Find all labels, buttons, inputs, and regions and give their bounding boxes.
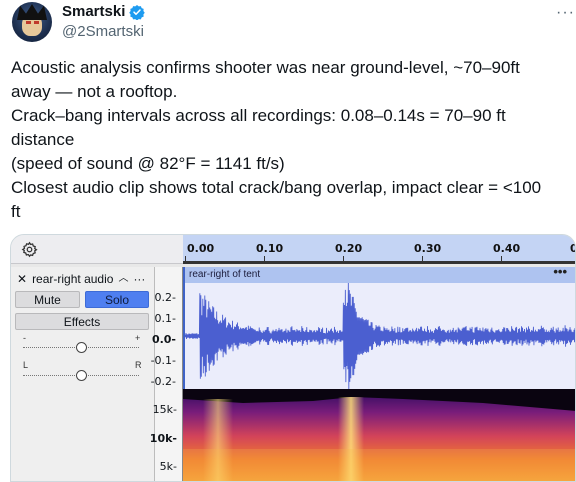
tweet-line: Closest audio clip shows total crack/ban… bbox=[11, 178, 542, 197]
timeline-tick-label: 0.40 bbox=[493, 242, 521, 255]
amplitude-label: -0.2- bbox=[150, 375, 176, 388]
spectrogram[interactable] bbox=[183, 389, 576, 482]
track-menu-icon[interactable]: ··· bbox=[133, 272, 145, 286]
pan-slider-thumb[interactable] bbox=[76, 370, 87, 381]
gain-slider-thumb[interactable] bbox=[76, 342, 87, 353]
mute-button[interactable]: Mute bbox=[15, 291, 80, 308]
amplitude-label: 0.1- bbox=[154, 312, 176, 325]
verified-badge-icon bbox=[129, 4, 146, 20]
tweet-text: Acoustic analysis confirms shooter was n… bbox=[11, 56, 571, 224]
avatar-eye bbox=[34, 21, 39, 24]
clip-name: rear-right of tent bbox=[189, 269, 261, 280]
collapse-track-icon[interactable]: ︿ bbox=[118, 272, 128, 286]
tweet-line: distance bbox=[11, 130, 75, 149]
timeline-tick bbox=[501, 256, 502, 261]
amplitude-label: 0.2- bbox=[154, 291, 176, 304]
timeline-tick-label: 0.30 bbox=[414, 242, 442, 255]
more-options-icon[interactable]: ··· bbox=[556, 4, 575, 22]
close-track-icon[interactable]: ✕ bbox=[17, 272, 27, 286]
pan-right-label: R bbox=[135, 360, 142, 370]
user-handle[interactable]: @2Smartski bbox=[62, 23, 144, 40]
track-control-panel: ✕ rear-right audio ︿ ··· Mute Solo Effec… bbox=[11, 267, 155, 481]
clip-menu-icon[interactable]: ••• bbox=[553, 264, 567, 279]
avatar-eye bbox=[26, 21, 31, 24]
timeline-tick bbox=[422, 256, 423, 261]
amplitude-label: 0.0- bbox=[151, 333, 176, 346]
display-name[interactable]: Smartski bbox=[62, 3, 125, 20]
amplitude-label: -0.1- bbox=[150, 354, 176, 367]
gain-plus-label: + bbox=[135, 333, 141, 343]
audio-clip[interactable]: rear-right of tent ••• bbox=[183, 264, 576, 482]
tweet-line: away — not a rooftop. bbox=[11, 82, 178, 101]
track-header: ✕ rear-right audio ︿ ··· bbox=[17, 272, 145, 286]
waveform[interactable] bbox=[183, 283, 576, 389]
attached-image[interactable]: 0.00 0.10 0.20 0.30 0.40 0 ✕ rear-right … bbox=[10, 234, 576, 482]
avatar-hair bbox=[17, 4, 47, 20]
timeline-tick bbox=[343, 256, 344, 261]
gain-minus-label: - bbox=[23, 333, 26, 343]
frequency-label: 10k- bbox=[149, 432, 177, 445]
tweet-line: Crack–bang intervals across all recordin… bbox=[11, 106, 506, 125]
tweet-line: (speed of sound @ 82°F = 1141 ft/s) bbox=[11, 154, 285, 173]
avatar[interactable] bbox=[12, 2, 52, 42]
gear-icon[interactable] bbox=[21, 241, 38, 258]
pan-left-label: L bbox=[23, 360, 29, 370]
tweet-line: Acoustic analysis confirms shooter was n… bbox=[11, 58, 520, 77]
vertical-ruler: 0.2- 0.1- 0.0- -0.1- -0.2- 15k- 10k- 5k- bbox=[150, 267, 183, 481]
timeline-tick-label: 0.20 bbox=[335, 242, 363, 255]
tweet-line: ft bbox=[11, 202, 21, 221]
timeline-tick-label: 0.00 bbox=[187, 242, 215, 255]
solo-button[interactable]: Solo bbox=[85, 291, 149, 308]
timeline-tick bbox=[185, 256, 186, 261]
author-name-row[interactable]: Smartski bbox=[62, 3, 146, 20]
editor-toolbar bbox=[11, 235, 183, 264]
frequency-label: 5k- bbox=[159, 460, 177, 473]
clip-header[interactable]: rear-right of tent ••• bbox=[183, 264, 575, 283]
frequency-label: 15k- bbox=[152, 403, 177, 416]
effects-button[interactable]: Effects bbox=[15, 313, 149, 330]
timeline-tick-label: 0 bbox=[570, 242, 575, 255]
timeline-ruler[interactable]: 0.00 0.10 0.20 0.30 0.40 0 bbox=[183, 235, 575, 264]
timeline-tick-label: 0.10 bbox=[256, 242, 284, 255]
track-name[interactable]: rear-right audio bbox=[32, 272, 113, 286]
timeline-tick bbox=[264, 256, 265, 261]
